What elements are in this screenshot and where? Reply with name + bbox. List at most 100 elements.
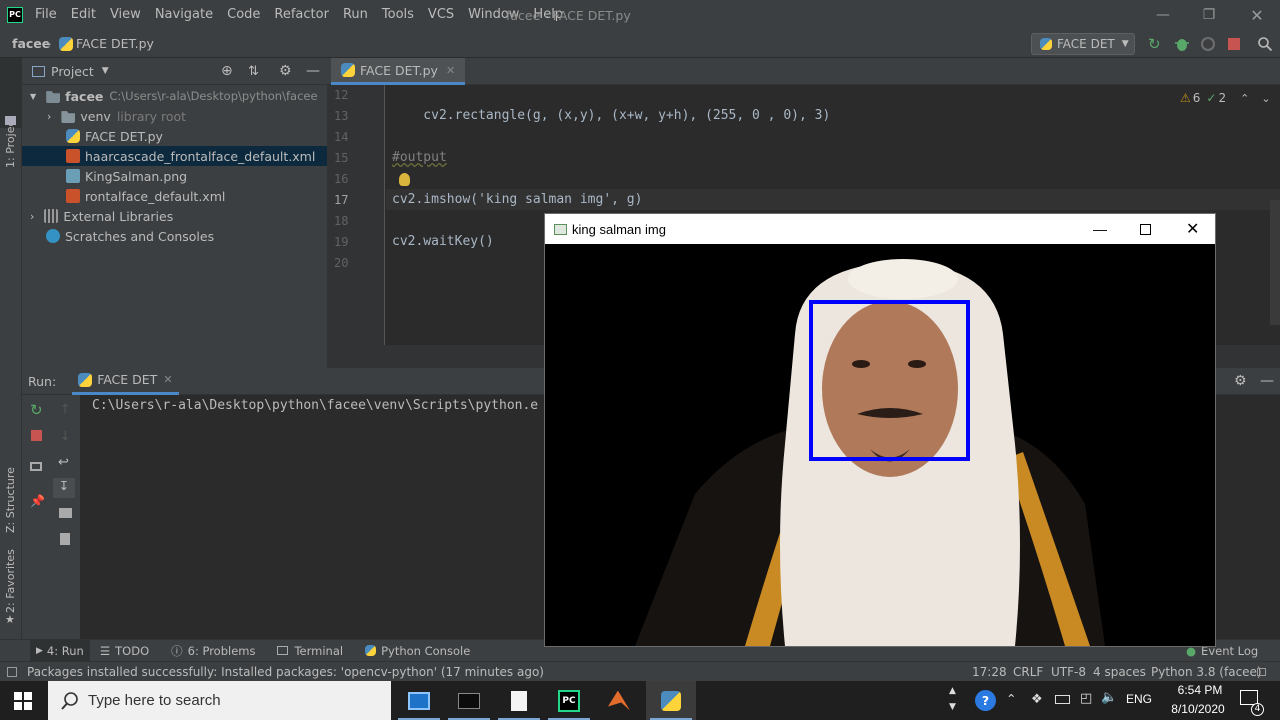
chevron-down-icon[interactable]: ▼ (102, 66, 109, 76)
layout-icon[interactable] (30, 462, 42, 471)
coverage-icon[interactable] (1200, 36, 1216, 52)
clock-date[interactable]: 8/10/2020 (1160, 702, 1236, 716)
scroll-to-end-icon[interactable]: ↧ (53, 478, 75, 498)
run-config-selector[interactable]: FACE DET ▼ (1031, 33, 1135, 55)
close-button[interactable]: ✕ (1186, 219, 1199, 239)
print-icon[interactable] (59, 508, 72, 518)
tree-item-project-root[interactable]: ▼ facee C:\Users\r-ala\Desktop\python\fa… (22, 86, 327, 106)
close-icon[interactable]: ✕ (446, 64, 455, 77)
gear-icon[interactable]: ⚙ (1234, 373, 1247, 389)
taskbar-app-matlab[interactable] (594, 681, 644, 720)
menu-vcs[interactable]: VCS (428, 7, 454, 22)
run-tab-face-det[interactable]: FACE DET ✕ (72, 368, 179, 395)
editor-scrollbar[interactable] (1270, 200, 1280, 325)
code-line-13[interactable]: cv2.rectangle(g, (x,y), (x+w, y+h), (255… (392, 108, 830, 123)
minimize-button[interactable]: — (1093, 221, 1107, 237)
inspection-widget[interactable]: ⚠ 6 ✓ 2 ⌃ ⌄ (1180, 91, 1271, 105)
minimize-button[interactable]: — (1140, 0, 1186, 30)
collapse-all-icon[interactable]: ⇅ (248, 64, 259, 79)
trash-icon[interactable] (60, 533, 70, 545)
folder-icon (5, 116, 16, 125)
tree-item-external-libraries[interactable]: › External Libraries (22, 206, 327, 226)
dropbox-icon[interactable]: ❖ (1031, 692, 1043, 707)
tool-window-structure[interactable]: Z: Structure (4, 467, 17, 533)
lightbulb-icon[interactable] (399, 173, 410, 186)
menu-view[interactable]: View (110, 7, 141, 22)
locate-icon[interactable]: ⊕ (221, 63, 233, 79)
menu-code[interactable]: Code (227, 7, 260, 22)
tree-item-venv[interactable]: › venv library root (22, 106, 327, 126)
stop-icon[interactable] (1226, 36, 1242, 52)
status-message[interactable]: Packages installed successfully: Install… (27, 665, 544, 679)
hide-panel-icon[interactable]: — (1260, 373, 1274, 389)
tree-item-scratches[interactable]: Scratches and Consoles (22, 226, 327, 246)
breadcrumb-file[interactable]: FACE DET.py (76, 36, 154, 51)
debug-bug-icon[interactable] (1174, 36, 1190, 52)
bottom-tab-python-console[interactable]: Python Console (365, 644, 470, 658)
caret-position[interactable]: 17:28 (972, 665, 1007, 679)
maximize-button[interactable] (1140, 223, 1151, 235)
up-arrow-icon[interactable]: ↑ (60, 401, 70, 416)
stop-icon[interactable] (31, 430, 42, 441)
code-line-17[interactable]: cv2.imshow('king salman img', g) (392, 192, 642, 207)
chevron-up-icon[interactable]: ⌃ (1240, 92, 1249, 105)
menu-navigate[interactable]: Navigate (155, 7, 213, 22)
menu-file[interactable]: File (35, 7, 57, 22)
bottom-tab-todo[interactable]: ☰ TODO (100, 644, 149, 658)
taskbar-app-notepad[interactable] (494, 681, 544, 720)
square-icon[interactable] (7, 666, 17, 677)
taskbar-app-pycharm[interactable]: PC (544, 681, 594, 720)
tree-item-face-det-py[interactable]: FACE DET.py (22, 126, 327, 146)
language-indicator[interactable]: ENG (1126, 692, 1152, 706)
chevron-down-icon[interactable]: ⌄ (1261, 92, 1270, 105)
soft-wrap-icon[interactable]: ↩ (58, 455, 69, 470)
close-icon[interactable]: ✕ (163, 373, 172, 386)
taskbar-scroll-arrows-icon[interactable]: ▲ ▼ (949, 683, 956, 715)
opencv-window-titlebar[interactable]: king salman img — ✕ (545, 214, 1215, 244)
tool-window-favorites[interactable]: 2: Favorites (4, 549, 17, 613)
windows-start-icon[interactable] (14, 692, 32, 710)
python-interpreter[interactable]: Python 3.8 (facee) (1151, 665, 1262, 679)
wifi-icon[interactable]: ◰ (1080, 691, 1092, 706)
tree-item-haarcascade-xml[interactable]: haarcascade_frontalface_default.xml (22, 146, 327, 166)
search-icon[interactable] (1257, 36, 1273, 52)
bottom-tab-label: Terminal (294, 643, 344, 658)
chevron-right-icon: › (47, 109, 52, 123)
menu-tools[interactable]: Tools (382, 7, 414, 22)
clock-time[interactable]: 6:54 PM (1170, 683, 1230, 697)
line-separator[interactable]: CRLF (1013, 665, 1043, 679)
tree-item-kingsalman-png[interactable]: KingSalman.png (22, 166, 327, 186)
code-line-15[interactable]: #output (392, 150, 447, 165)
close-button[interactable]: ✕ (1234, 0, 1280, 30)
menu-refactor[interactable]: Refactor (274, 7, 329, 22)
breadcrumb-project[interactable]: facee (12, 36, 50, 51)
down-arrow-icon[interactable]: ↓ (60, 428, 70, 443)
lock-icon[interactable] (1257, 668, 1266, 676)
python-icon (661, 690, 681, 711)
bottom-tab-terminal[interactable]: Terminal (277, 644, 343, 658)
rerun-icon[interactable]: ↻ (1148, 36, 1164, 52)
help-icon[interactable]: ? (975, 690, 996, 711)
taskbar-app-python[interactable] (646, 681, 696, 720)
pin-icon[interactable]: 📌 (30, 494, 45, 508)
rerun-icon[interactable]: ↻ (30, 401, 43, 419)
taskbar-app-terminal[interactable] (444, 681, 494, 720)
gear-icon[interactable]: ⚙ (279, 63, 292, 79)
restore-button[interactable]: ❐ (1186, 0, 1232, 30)
taskbar-search-box[interactable]: Type here to search (48, 681, 391, 720)
tab-face-det-py[interactable]: FACE DET.py ✕ (331, 58, 466, 85)
hide-panel-icon[interactable]: — (306, 63, 320, 79)
taskbar-app-photos[interactable] (394, 681, 444, 720)
bottom-tab-run[interactable]: ▶ 4: Run (30, 639, 90, 662)
menu-edit[interactable]: Edit (71, 7, 96, 22)
project-panel-title[interactable]: Project (51, 64, 94, 79)
menu-run[interactable]: Run (343, 7, 368, 22)
volume-icon[interactable]: 🔈 (1101, 690, 1117, 705)
tree-item-rontalface-xml[interactable]: rontalface_default.xml (22, 186, 327, 206)
file-encoding[interactable]: UTF-8 (1051, 665, 1086, 679)
code-line-19[interactable]: cv2.waitKey() (392, 234, 494, 249)
battery-icon[interactable] (1055, 695, 1070, 704)
tray-chevron-icon[interactable]: ⌃ (1006, 691, 1016, 706)
bottom-tab-problems[interactable]: ⓘ 6: Problems (171, 643, 255, 659)
indent-setting[interactable]: 4 spaces (1093, 665, 1146, 679)
